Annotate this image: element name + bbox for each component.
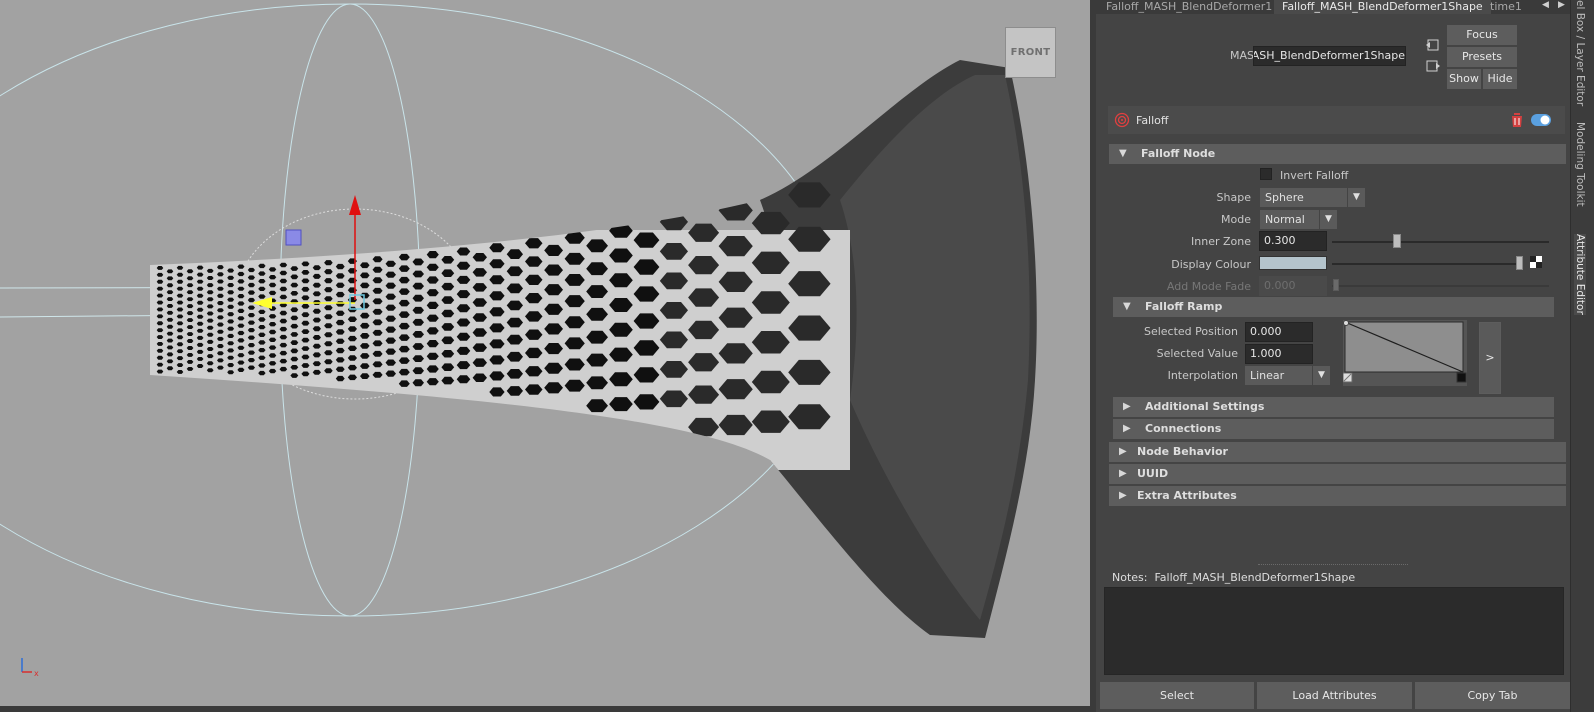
node-tab-bar: Falloff_MASH_BlendDeformer1 Falloff_MASH… <box>1096 0 1570 14</box>
interpolation-label: Interpolation <box>1167 369 1238 382</box>
chevron-down-icon: ▼ <box>1319 210 1337 229</box>
selected-position-label: Selected Position <box>1143 325 1238 338</box>
ramp-expand-button[interactable]: > <box>1479 322 1501 394</box>
expand-triangle-icon: ▶ <box>1119 446 1127 457</box>
uuid-title: UUID <box>1137 467 1169 480</box>
tab-channel-box-layer-editor[interactable]: el Box / Layer Editor <box>1574 0 1586 106</box>
hide-button[interactable]: Hide <box>1483 69 1517 89</box>
mesh-hole <box>659 213 688 231</box>
load-attributes-button[interactable]: Load Attributes <box>1257 682 1412 709</box>
presets-button[interactable]: Presets <box>1447 47 1517 67</box>
notes-label: Notes: Falloff_MASH_BlendDeformer1Shape <box>1112 571 1355 584</box>
shape-dropdown[interactable]: Sphere ▼ <box>1260 188 1365 207</box>
attribute-editor-panel: Falloff_MASH_BlendDeformer1 Falloff_MASH… <box>1096 0 1570 712</box>
inner-zone-slider-thumb[interactable] <box>1393 234 1402 248</box>
connections-frame[interactable]: ▶ Connections <box>1113 419 1554 439</box>
additional-settings-frame[interactable]: ▶ Additional Settings <box>1113 397 1554 417</box>
inner-zone-label: Inner Zone <box>1191 235 1251 248</box>
mash-falloff-icon <box>1114 112 1130 128</box>
view-cube-front[interactable]: FRONT <box>1005 27 1056 78</box>
notes-resize-handle[interactable] <box>1258 564 1408 565</box>
display-colour-slider-track[interactable] <box>1332 263 1519 265</box>
mode-dropdown[interactable]: Normal ▼ <box>1260 210 1337 229</box>
additional-settings-title: Additional Settings <box>1145 400 1265 413</box>
interpolation-value: Linear <box>1250 369 1285 382</box>
expand-triangle-icon: ▶ <box>1119 490 1127 501</box>
tab-falloff-blenddeformer[interactable]: Falloff_MASH_BlendDeformer1 <box>1098 0 1280 14</box>
go-to-output-icon[interactable] <box>1424 57 1442 75</box>
falloff-ramp-graph[interactable] <box>1343 320 1467 386</box>
select-node-icon[interactable] <box>1424 36 1442 54</box>
add-mode-fade-field: 0.000 <box>1259 276 1327 296</box>
mesh-hole <box>718 200 753 221</box>
select-button[interactable]: Select <box>1100 682 1254 709</box>
extra-attributes-title: Extra Attributes <box>1137 489 1237 502</box>
display-colour-slider-thumb[interactable] <box>1516 256 1523 270</box>
invert-falloff-label: Invert Falloff <box>1280 169 1349 182</box>
collapse-triangle-icon: ▼ <box>1119 148 1127 159</box>
show-button[interactable]: Show <box>1447 69 1481 89</box>
3d-viewport[interactable]: x FRONT <box>0 0 1090 706</box>
viewport-scene: x <box>0 3 1037 678</box>
manip-y-arrow[interactable] <box>349 195 361 215</box>
selected-value-label: Selected Value <box>1156 347 1238 360</box>
interpolation-dropdown[interactable]: Linear ▼ <box>1245 366 1330 385</box>
selected-position-field[interactable]: 0.000 <box>1245 322 1313 342</box>
tab-scroll-left-icon[interactable]: ◀ <box>1542 0 1549 10</box>
display-colour-label: Display Colour <box>1171 258 1251 271</box>
side-tab-strip: el Box / Layer Editor Modeling Toolkit A… <box>1570 0 1594 712</box>
ramp-handle-end[interactable] <box>1456 372 1467 383</box>
notes-node-name: Falloff_MASH_BlendDeformer1Shape <box>1154 571 1356 584</box>
add-mode-fade-label: Add Mode Fade <box>1166 280 1251 293</box>
chevron-down-icon: ▼ <box>1312 366 1330 385</box>
tab-modeling-toolkit[interactable]: Modeling Toolkit <box>1574 122 1586 207</box>
tab-falloff-blenddeformer-shape[interactable]: Falloff_MASH_BlendDeformer1Shape <box>1274 0 1491 14</box>
node-behavior-frame[interactable]: ▶ Node Behavior <box>1109 442 1566 462</box>
notes-label-text: Notes: <box>1112 571 1148 584</box>
copy-tab-button[interactable]: Copy Tab <box>1415 682 1570 709</box>
falloff-node-bar: Falloff <box>1108 106 1565 134</box>
ramp-key-start[interactable] <box>1343 320 1349 326</box>
node-enable-toggle[interactable] <box>1531 114 1551 126</box>
collapse-triangle-icon: ▼ <box>1123 301 1131 312</box>
node-behavior-title: Node Behavior <box>1137 445 1228 458</box>
color-picker-icon[interactable] <box>1530 256 1542 268</box>
connections-title: Connections <box>1145 422 1222 435</box>
expand-triangle-icon: ▶ <box>1123 401 1131 412</box>
invert-falloff-checkbox[interactable] <box>1260 168 1272 180</box>
focus-button[interactable]: Focus <box>1447 25 1517 45</box>
inner-zone-field[interactable]: 0.300 <box>1259 231 1327 251</box>
falloff-node-frame-header[interactable]: ▼ Falloff Node <box>1109 144 1566 164</box>
add-mode-fade-slider-thumb <box>1333 279 1339 291</box>
falloff-node-frame-title: Falloff Node <box>1141 147 1216 160</box>
delete-node-icon[interactable] <box>1510 112 1524 128</box>
shape-label: Shape <box>1216 191 1251 204</box>
mode-label: Mode <box>1221 213 1251 226</box>
tab-time1[interactable]: time1 <box>1482 0 1530 14</box>
tab-scroll-right-icon[interactable]: ▶ <box>1558 0 1565 10</box>
selected-value-field[interactable]: 1.000 <box>1245 344 1313 364</box>
mode-value: Normal <box>1265 213 1305 226</box>
falloff-ramp-frame-header[interactable]: ▼ Falloff Ramp <box>1113 297 1554 317</box>
expand-triangle-icon: ▶ <box>1123 423 1131 434</box>
uuid-frame[interactable]: ▶ UUID <box>1109 464 1566 484</box>
expand-triangle-icon: ▶ <box>1119 468 1127 479</box>
manip-plane-handle[interactable] <box>285 229 302 246</box>
notes-textarea[interactable] <box>1104 587 1564 675</box>
tab-attribute-editor[interactable]: Attribute Editor <box>1574 234 1586 315</box>
falloff-bar-title: Falloff <box>1136 114 1169 127</box>
extra-attributes-frame[interactable]: ▶ Extra Attributes <box>1109 486 1566 506</box>
inner-zone-slider-track[interactable] <box>1332 241 1549 243</box>
node-name-field[interactable]: MASH_BlendDeformer1Shape <box>1253 46 1406 66</box>
viewport-bottom-strip <box>0 706 1096 712</box>
mesh-tube[interactable] <box>150 182 850 470</box>
shape-value: Sphere <box>1265 191 1304 204</box>
falloff-ramp-frame-title: Falloff Ramp <box>1145 300 1223 313</box>
axis-gizmo-x-label: x <box>34 669 39 678</box>
add-mode-fade-slider-track <box>1332 285 1549 287</box>
display-colour-swatch[interactable] <box>1259 256 1327 270</box>
chevron-down-icon: ▼ <box>1347 188 1365 207</box>
